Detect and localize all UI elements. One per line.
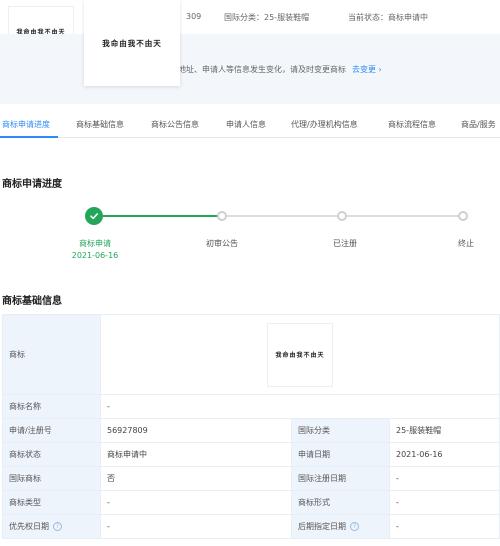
help-icon[interactable]: ? — [350, 522, 359, 531]
trademark-image-text: 我命由我不由天 — [102, 38, 162, 48]
row-key: 后期指定日期 — [298, 522, 346, 531]
change-link[interactable]: 去变更 › — [352, 65, 382, 74]
row-value: - — [389, 514, 500, 539]
row-key: 申请日期 — [291, 442, 390, 467]
step-dot — [337, 211, 347, 221]
current-status: 当前状态：商标申请中 — [348, 13, 428, 22]
trademark-preview-popup: 我命由我不由天 — [84, 0, 180, 86]
active-tab-indicator — [0, 136, 58, 138]
notice-message: 地址、申请人等信息发生变化，请及时变更商标 — [178, 65, 346, 74]
row-value: 56927809 — [100, 418, 292, 443]
step-label-application: 商标申请 — [79, 239, 111, 248]
row-key: 商标名称 — [2, 394, 101, 419]
row-key: 商标类型 — [2, 490, 101, 515]
row-value: - — [100, 490, 292, 515]
step-label-preliminary: 初审公告 — [206, 239, 238, 248]
logo-cell: 我命由我不由天 — [100, 314, 500, 395]
row-key: 国际注册日期 — [291, 466, 390, 491]
row-key: 国际分类 — [291, 418, 390, 443]
row-key: 商标形式 — [291, 490, 390, 515]
tab-process-info[interactable]: 商标流程信息 — [388, 119, 436, 130]
change-notice-text: 地址、申请人等信息发生变化，请及时变更商标 去变更 › — [178, 64, 382, 75]
row-key: 申请/注册号 — [2, 418, 101, 443]
tab-goods-services[interactable]: 商品/服务 — [461, 119, 496, 130]
row-value: 2021-06-16 — [389, 442, 500, 467]
row-key-logo: 商标 — [2, 314, 101, 395]
progress-line-completed — [103, 215, 219, 217]
row-value: 25-服装鞋帽 — [389, 418, 500, 443]
step-date-application: 2021-06-16 — [71, 251, 119, 260]
trademark-logo[interactable]: 我命由我不由天 — [267, 322, 333, 387]
step-label-registered: 已注册 — [333, 239, 357, 248]
trademark-image-text: 我命由我不由天 — [275, 352, 325, 359]
table-row: 优先权日期? - 后期指定日期? - — [2, 514, 500, 539]
progress-line — [347, 215, 459, 217]
step-complete-check-icon — [85, 207, 103, 225]
section-tabs: 商标申请进度 商标基础信息 商标公告信息 申请人信息 代理/办理机构信息 商标流… — [0, 110, 500, 138]
tab-agency-info[interactable]: 代理/办理机构信息 — [291, 119, 358, 130]
tab-basic-info[interactable]: 商标基础信息 — [76, 119, 124, 130]
progress-section-title: 商标申请进度 — [2, 179, 62, 190]
row-value: 商标申请中 — [100, 442, 292, 467]
row-key-with-help: 后期指定日期? — [291, 514, 390, 539]
table-row: 国际商标 否 国际注册日期 - — [2, 466, 500, 491]
basic-info-section-title: 商标基础信息 — [2, 296, 62, 307]
row-value: - — [100, 514, 292, 539]
table-row: 商标名称 - — [2, 394, 500, 419]
tab-application-progress[interactable]: 商标申请进度 — [2, 119, 50, 130]
registration-number-fragment: 309 — [186, 12, 202, 21]
progress-line — [227, 215, 337, 217]
row-value: - — [100, 394, 500, 419]
row-key-with-help: 优先权日期? — [2, 514, 101, 539]
step-label-terminated: 终止 — [458, 239, 474, 248]
row-value: - — [389, 466, 500, 491]
row-value: - — [389, 490, 500, 515]
table-row: 商标状态 商标申请中 申请日期 2021-06-16 — [2, 442, 500, 467]
row-key: 国际商标 — [2, 466, 101, 491]
tab-applicant-info[interactable]: 申请人信息 — [226, 119, 266, 130]
basic-info-table: 商标 我命由我不由天 商标名称 - 申请/注册号 56927809 国际分类 2… — [2, 314, 500, 539]
table-row: 商标 我命由我不由天 — [2, 314, 500, 395]
row-key: 优先权日期 — [9, 522, 49, 531]
help-icon[interactable]: ? — [53, 522, 62, 531]
step-dot — [458, 211, 468, 221]
table-row: 申请/注册号 56927809 国际分类 25-服装鞋帽 — [2, 418, 500, 443]
row-key: 商标状态 — [2, 442, 101, 467]
table-row: 商标类型 - 商标形式 - — [2, 490, 500, 515]
intl-class: 国际分类：25-服装鞋帽 — [224, 13, 310, 22]
step-dot — [217, 211, 227, 221]
row-value: 否 — [100, 466, 292, 491]
header-bar: 我命由我不由天 309 国际分类：25-服装鞋帽 当前状态：商标申请中 — [0, 0, 500, 56]
tab-announcement-info[interactable]: 商标公告信息 — [151, 119, 199, 130]
